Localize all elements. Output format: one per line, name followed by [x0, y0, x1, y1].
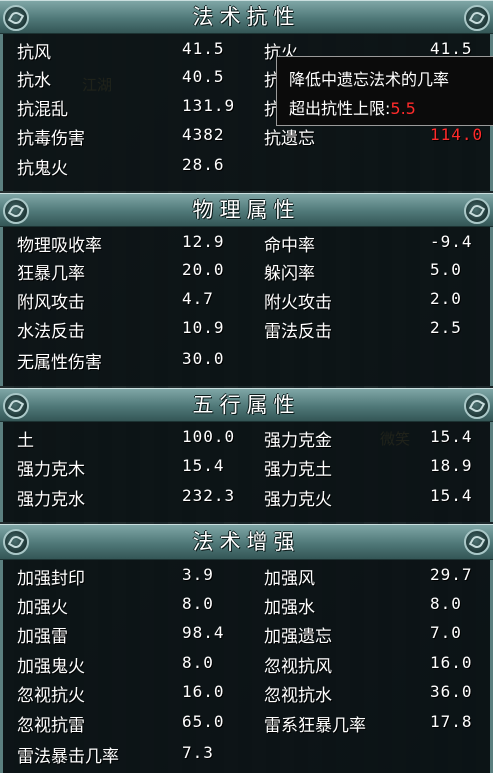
stat-label: 加强雷 — [17, 627, 68, 647]
stat-value: 7.0 — [430, 623, 462, 642]
tooltip-line-2: 超出抗性上限:5.5 — [289, 95, 416, 119]
stat-value: 41.5 — [182, 39, 225, 58]
stat-label: 忽视抗水 — [264, 686, 332, 706]
stat-value: 5.0 — [430, 260, 462, 279]
stat-label: 加强水 — [264, 598, 315, 618]
stat-value: 3.9 — [182, 565, 214, 584]
stat-value: 40.5 — [182, 67, 225, 86]
stat-label: 雷法反击 — [264, 322, 332, 342]
stat-value: 2.5 — [430, 318, 462, 337]
stat-label: 抗风 — [17, 43, 51, 63]
stat-value: 15.4 — [430, 486, 473, 505]
section-title: 物理属性 — [192, 198, 301, 222]
stat-value: 4382 — [182, 125, 225, 144]
stat-value: 7.3 — [182, 743, 214, 762]
stat-label: 加强鬼火 — [17, 657, 85, 677]
stat-label: 雷法暴击几率 — [17, 747, 119, 767]
stat-value: 10.9 — [182, 318, 225, 337]
stat-label: 忽视抗风 — [264, 657, 332, 677]
section-header: 物理属性 — [0, 193, 493, 227]
stat-label: 物理吸收率 — [17, 236, 102, 256]
stat-label: 土 — [17, 431, 34, 451]
stat-value: 29.7 — [430, 565, 473, 584]
ornament-icon — [464, 393, 490, 419]
stat-value: 131.9 — [182, 96, 236, 115]
stat-value: 15.4 — [430, 427, 473, 446]
stat-value: 28.6 — [182, 155, 225, 174]
stat-label: 抗遗忘 — [264, 129, 315, 149]
resistance-tooltip: 降低中遗忘法术的几率 超出抗性上限:5.5 — [276, 56, 493, 126]
stat-label: 雷系狂暴几率 — [264, 716, 366, 736]
tooltip-over-limit-value: 5.5 — [390, 99, 416, 118]
stat-label: 加强风 — [264, 569, 315, 589]
stat-label: 强力克水 — [17, 490, 85, 510]
stat-value: 36.0 — [430, 682, 473, 701]
stat-label: 强力克土 — [264, 460, 332, 480]
stat-value: 65.0 — [182, 712, 225, 731]
ornament-icon — [464, 529, 490, 555]
stat-label: 无属性伤害 — [17, 353, 102, 373]
stat-label: 忽视抗雷 — [17, 716, 85, 736]
stat-label: 忽视抗火 — [17, 686, 85, 706]
stat-value: 20.0 — [182, 260, 225, 279]
ornament-icon — [464, 5, 490, 31]
section-title: 五行属性 — [192, 393, 301, 417]
stat-label: 强力克火 — [264, 490, 332, 510]
section-header: 法术增强 — [0, 524, 493, 560]
stat-label: 加强火 — [17, 598, 68, 618]
stat-label: 附风攻击 — [17, 293, 85, 313]
stat-label: 抗鬼火 — [17, 159, 68, 179]
stat-label: 躲闪率 — [264, 264, 315, 284]
stat-value: 30.0 — [182, 349, 225, 368]
stat-label: 强力克木 — [17, 460, 85, 480]
stat-value: -9.4 — [430, 232, 473, 251]
stat-label: 狂暴几率 — [17, 264, 85, 284]
stat-value: 100.0 — [182, 427, 236, 446]
stat-label: 命中率 — [264, 236, 315, 256]
stat-label: 加强遗忘 — [264, 627, 332, 647]
tooltip-over-limit-label: 超出抗性上限: — [289, 99, 391, 118]
stat-label: 水法反击 — [17, 322, 85, 342]
tooltip-line-1: 降低中遗忘法术的几率 — [289, 70, 450, 89]
stat-value: 17.8 — [430, 712, 473, 731]
stat-value: 18.9 — [430, 456, 473, 475]
stat-value: 8.0 — [182, 594, 214, 613]
stat-label: 抗混乱 — [17, 100, 68, 120]
stat-value: 12.9 — [182, 232, 225, 251]
stat-label: 强力克金 — [264, 431, 332, 451]
stat-value: 232.3 — [182, 486, 236, 505]
stat-label: 抗水 — [17, 71, 51, 91]
stat-value: 8.0 — [182, 653, 214, 672]
stat-value: 15.4 — [182, 456, 225, 475]
stat-value: 98.4 — [182, 623, 225, 642]
stat-value: 8.0 — [430, 594, 462, 613]
stat-value: 16.0 — [430, 653, 473, 672]
section-title: 法术增强 — [192, 530, 301, 554]
stat-label: 加强封印 — [17, 569, 85, 589]
section-header: 法术抗性 — [0, 0, 493, 34]
ornament-icon — [464, 198, 490, 224]
stat-label: 抗毒伤害 — [17, 129, 85, 149]
section-title: 法术抗性 — [192, 5, 301, 29]
stat-value: 114.0 — [430, 125, 484, 144]
section-header: 五行属性 — [0, 388, 493, 422]
stat-label: 附火攻击 — [264, 293, 332, 313]
stat-value: 2.0 — [430, 289, 462, 308]
stat-value: 16.0 — [182, 682, 225, 701]
stat-value: 4.7 — [182, 289, 214, 308]
